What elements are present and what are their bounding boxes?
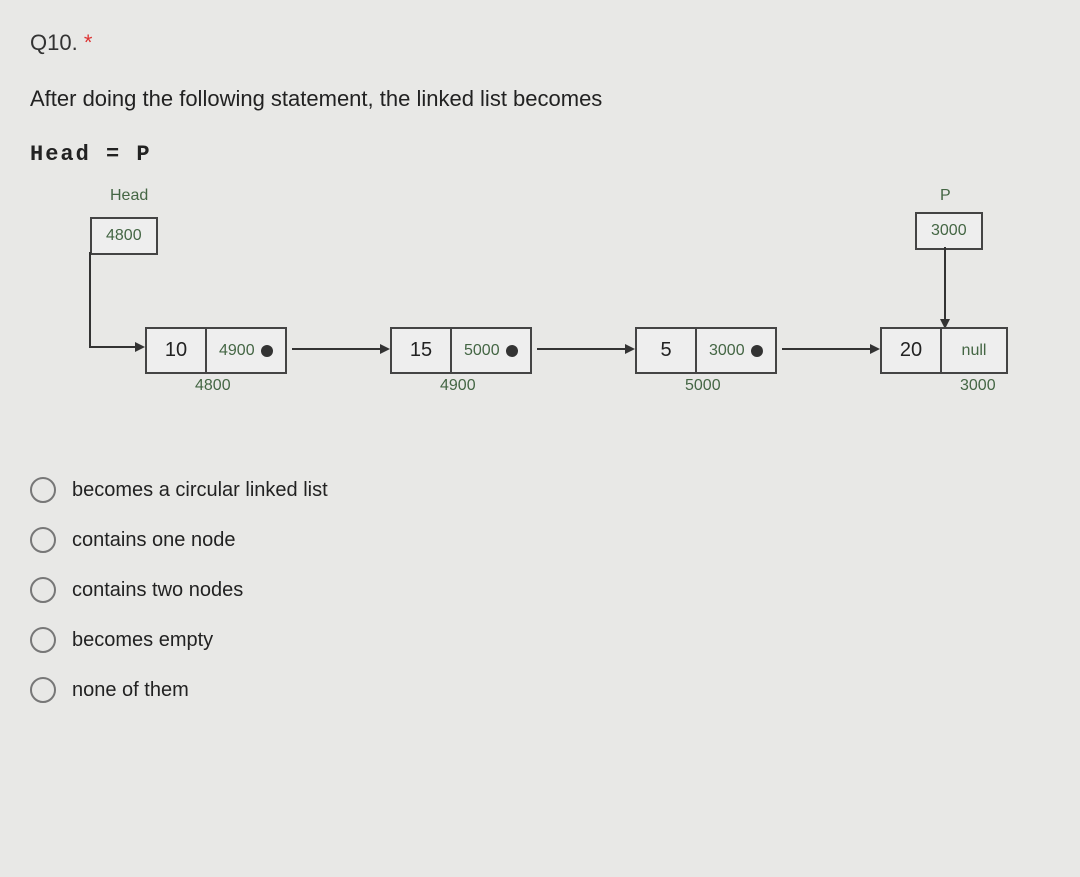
code-statement: Head = P <box>30 142 1050 167</box>
question-number: Q10. * <box>30 30 1050 56</box>
option-2-label: contains one node <box>72 529 235 552</box>
radio-icon <box>30 577 56 603</box>
head-label: Head <box>110 187 148 205</box>
radio-icon <box>30 477 56 503</box>
node-4-data: 20 <box>882 329 942 372</box>
node-1: 10 4900 <box>145 327 287 374</box>
option-2[interactable]: contains one node <box>30 527 1050 553</box>
node-2-data: 15 <box>392 329 452 372</box>
node-2-addr: 4900 <box>440 377 476 395</box>
node-1-addr: 4800 <box>195 377 231 395</box>
node-4: 20 null <box>880 327 1008 374</box>
option-4[interactable]: becomes empty <box>30 627 1050 653</box>
node-3-next: 3000 <box>697 329 775 372</box>
p-pointer-box: 3000 <box>915 212 983 250</box>
node-4-next: null <box>942 329 1006 372</box>
node-1-next: 4900 <box>207 329 285 372</box>
head-pointer-box: 4800 <box>90 217 158 255</box>
node-1-data: 10 <box>147 329 207 372</box>
node-3-addr: 5000 <box>685 377 721 395</box>
option-4-label: becomes empty <box>72 629 213 652</box>
arrow-n1-n2 <box>292 339 392 359</box>
node-3: 5 3000 <box>635 327 777 374</box>
arrow-n2-n3 <box>537 339 637 359</box>
arrow-p-to-node4 <box>935 247 955 332</box>
option-1-label: becomes a circular linked list <box>72 479 328 502</box>
option-3-label: contains two nodes <box>72 579 243 602</box>
radio-icon <box>30 677 56 703</box>
p-label: P <box>940 187 951 205</box>
option-5-label: none of them <box>72 679 189 702</box>
option-3[interactable]: contains two nodes <box>30 577 1050 603</box>
answer-options: becomes a circular linked list contains … <box>30 477 1050 703</box>
node-2-next: 5000 <box>452 329 530 372</box>
arrow-n3-n4 <box>782 339 882 359</box>
linked-list-diagram: Head 4800 P 3000 10 4900 4800 15 5000 49… <box>30 187 1050 447</box>
option-1[interactable]: becomes a circular linked list <box>30 477 1050 503</box>
node-3-data: 5 <box>637 329 697 372</box>
node-2: 15 5000 <box>390 327 532 374</box>
node-4-addr: 3000 <box>960 377 996 395</box>
radio-icon <box>30 627 56 653</box>
radio-icon <box>30 527 56 553</box>
question-text: After doing the following statement, the… <box>30 86 1050 112</box>
arrow-head-to-node1 <box>90 252 150 362</box>
option-5[interactable]: none of them <box>30 677 1050 703</box>
